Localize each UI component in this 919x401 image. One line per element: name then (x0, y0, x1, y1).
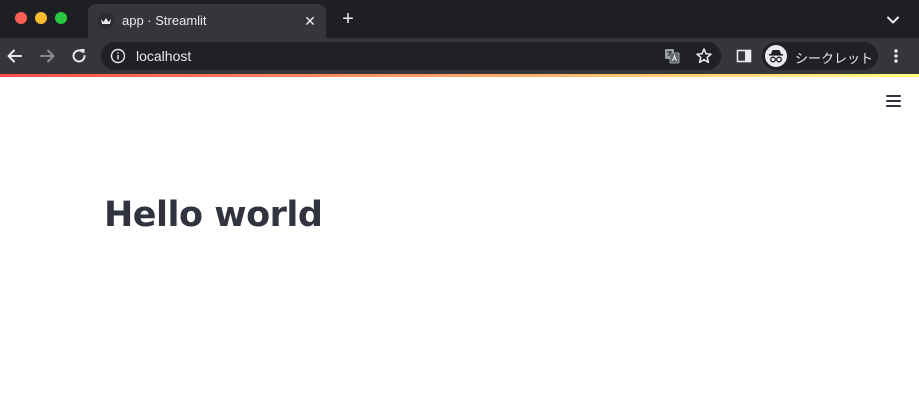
bookmark-star-icon[interactable] (695, 47, 713, 65)
hamburger-menu-icon[interactable] (884, 93, 904, 109)
incognito-label: シークレット (795, 51, 874, 66)
browser-tab-active[interactable]: app · Streamlit ✕ (88, 4, 326, 38)
browser-toolbar: localhost シークレット (0, 38, 919, 74)
new-tab-button[interactable]: + (338, 9, 358, 29)
page-title: Hello world (104, 195, 323, 235)
tab-title: app · Streamlit (122, 13, 207, 28)
back-arrow-icon[interactable] (5, 46, 25, 66)
forward-arrow-icon[interactable] (37, 46, 57, 66)
address-url[interactable]: localhost (136, 48, 191, 64)
incognito-profile-button[interactable]: シークレット (762, 42, 878, 70)
tab-search-chevron-down-icon[interactable] (884, 11, 902, 29)
window-maximize-button[interactable] (55, 12, 67, 24)
streamlit-crown-icon (98, 13, 114, 29)
side-panel-icon[interactable] (736, 48, 752, 64)
reload-icon[interactable] (69, 46, 89, 66)
window-minimize-button[interactable] (35, 12, 47, 24)
more-options-icon[interactable] (887, 47, 905, 65)
window-close-button[interactable] (15, 12, 27, 24)
tab-close-icon[interactable]: ✕ (302, 13, 318, 29)
translate-icon[interactable] (664, 48, 680, 64)
incognito-icon (765, 45, 787, 67)
address-bar[interactable]: localhost (101, 42, 721, 70)
browser-tab-strip: app · Streamlit ✕ + (0, 0, 919, 38)
streamlit-app-view: Hello world (0, 77, 919, 401)
site-info-icon[interactable] (110, 48, 126, 64)
